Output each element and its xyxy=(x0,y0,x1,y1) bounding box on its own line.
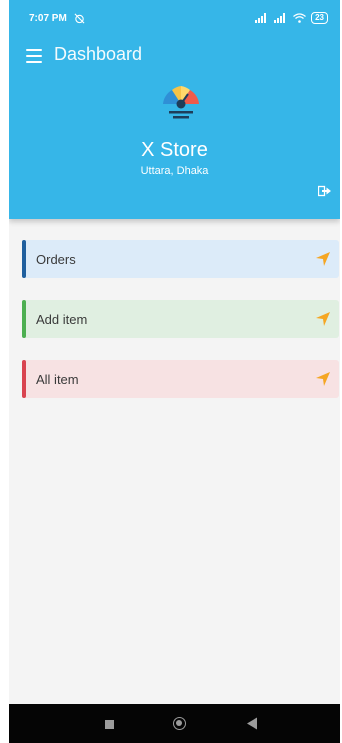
app-bar: Dashboard xyxy=(9,36,340,76)
menu-item-orders[interactable]: Orders xyxy=(22,240,339,278)
dashboard-menu: Orders Add item All item xyxy=(22,240,339,420)
wifi-icon xyxy=(293,13,307,23)
menu-item-label: Add item xyxy=(36,311,88,327)
signal-icon xyxy=(255,13,267,23)
store-name: X Store xyxy=(141,139,208,161)
status-time: 7:07 PM xyxy=(29,12,67,24)
alarm-off-icon xyxy=(74,13,85,23)
recent-apps-icon[interactable] xyxy=(105,720,114,729)
dashboard-gauge-icon xyxy=(163,86,199,119)
app-screen: 7:07 PM 23 Dashboard X Store Uttara, Dha… xyxy=(9,0,340,743)
navigation-arrow-icon xyxy=(316,252,330,266)
menu-item-add-item[interactable]: Add item xyxy=(22,300,339,338)
hamburger-menu-icon[interactable] xyxy=(26,49,42,63)
page-title: Dashboard xyxy=(54,44,143,64)
home-icon[interactable] xyxy=(173,717,186,730)
menu-item-all-item[interactable]: All item xyxy=(22,360,339,398)
navigation-arrow-icon xyxy=(316,372,330,386)
navigation-arrow-icon xyxy=(316,312,330,326)
battery-icon: 23 xyxy=(311,12,328,24)
accent-bar xyxy=(22,240,26,278)
system-navigation-bar xyxy=(9,704,340,743)
accent-bar xyxy=(22,300,26,338)
logout-icon[interactable] xyxy=(318,185,332,197)
menu-item-label: Orders xyxy=(36,251,76,267)
back-icon[interactable] xyxy=(246,717,258,730)
store-location: Uttara, Dhaka xyxy=(140,165,209,177)
status-bar: 7:07 PM 23 xyxy=(9,0,340,36)
signal-icon xyxy=(274,13,286,23)
accent-bar xyxy=(22,360,26,398)
store-header: 7:07 PM 23 Dashboard X Store Uttara, Dha… xyxy=(9,0,340,219)
menu-item-label: All item xyxy=(36,371,79,387)
